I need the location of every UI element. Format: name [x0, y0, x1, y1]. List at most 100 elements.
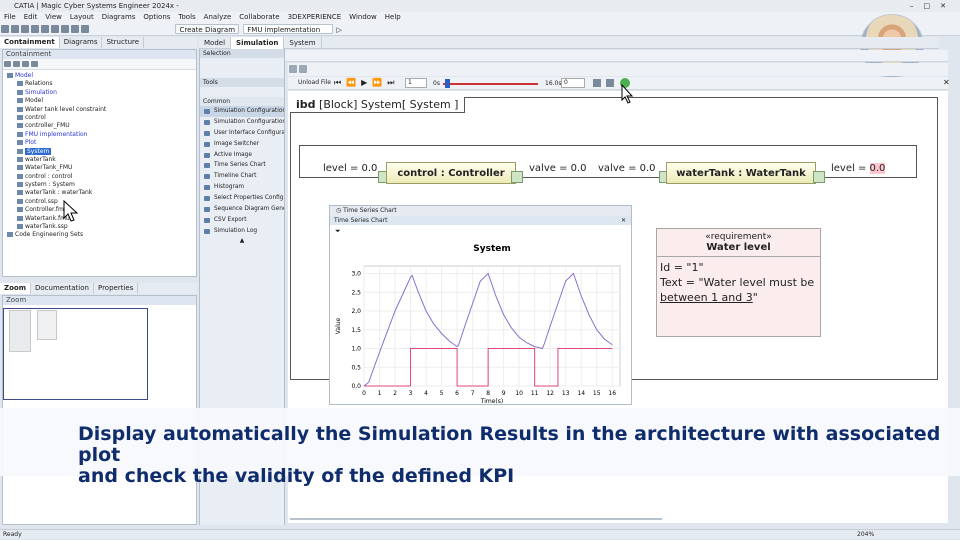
requirement-stereotype: «requirement»	[705, 232, 772, 242]
tool-item[interactable]: CSV Export	[200, 215, 284, 226]
watertank-part[interactable]: waterTank : WaterTank	[666, 162, 816, 184]
star-icon[interactable]	[22, 61, 29, 67]
scroll-up-icon[interactable]: ▲	[200, 237, 284, 244]
print-icon[interactable]	[31, 25, 39, 33]
tree-node-icon	[17, 207, 23, 213]
tank-out-port[interactable]	[813, 171, 825, 183]
tree-node-icon	[17, 123, 23, 129]
menu-tools[interactable]: Tools	[174, 12, 199, 23]
tree-item[interactable]: Relations	[7, 80, 192, 88]
tree-item[interactable]: control : control	[7, 173, 192, 181]
requirement-text-end: "	[752, 291, 758, 304]
create-diagram-button[interactable]: Create Diagram	[175, 24, 240, 34]
tool-item[interactable]: Simulation Configuration...	[200, 106, 284, 117]
menu-layout[interactable]: Layout	[66, 12, 98, 23]
new-icon[interactable]	[1, 25, 9, 33]
requirement-block[interactable]: «requirement» Water level Id = "1" Text …	[656, 228, 821, 337]
tool-item[interactable]: Simulation Log	[200, 226, 284, 237]
menu-file[interactable]: File	[0, 12, 20, 23]
chart-icon[interactable]	[593, 79, 601, 87]
tool-item[interactable]: Simulation Configuration	[200, 117, 284, 128]
tree-item[interactable]: Code Engineering Sets	[7, 231, 192, 239]
copy-icon[interactable]	[51, 25, 59, 33]
tab-containment[interactable]: Containment	[0, 37, 60, 48]
menu-analyze[interactable]: Analyze	[200, 12, 236, 23]
tab-structure[interactable]: Structure	[102, 37, 145, 48]
tab-model[interactable]: Model	[199, 37, 232, 49]
back-icon[interactable]	[4, 61, 11, 67]
tree-item[interactable]: Plot	[7, 139, 192, 147]
tree-item[interactable]: waterTank.ssp	[7, 223, 192, 231]
zoom-viewport[interactable]	[3, 308, 148, 400]
tree-item[interactable]: waterTank : waterTank	[7, 189, 192, 197]
tree-item[interactable]: Model	[7, 72, 192, 80]
tool-item[interactable]: Select Properties Config	[200, 193, 284, 204]
tools-icons[interactable]	[200, 87, 284, 97]
undo-icon[interactable]	[71, 25, 79, 33]
forward-icon[interactable]	[13, 61, 20, 67]
tab-system[interactable]: System	[284, 37, 322, 49]
tree-item[interactable]: WaterTank_FMU	[7, 164, 192, 172]
tree-item[interactable]: Model	[7, 97, 192, 105]
menu-diagrams[interactable]: Diagrams	[98, 12, 140, 23]
control-out-port[interactable]	[511, 171, 523, 183]
time-slider[interactable]	[443, 79, 538, 88]
tool-item[interactable]: Histogram	[200, 182, 284, 193]
cut-icon[interactable]	[41, 25, 49, 33]
selection-tools[interactable]	[200, 58, 284, 78]
menu-view[interactable]: View	[41, 12, 66, 23]
menu-options[interactable]: Options	[139, 12, 174, 23]
control-part[interactable]: control : Controller	[386, 162, 516, 184]
tool-item[interactable]: Image Switcher	[200, 139, 284, 150]
tool-item[interactable]: Timeline Chart	[200, 171, 284, 182]
search-icon[interactable]	[31, 61, 38, 67]
x-tick-label: 1	[378, 390, 382, 397]
horizontal-scrollbar[interactable]	[290, 518, 662, 520]
run-icon[interactable]	[299, 65, 307, 73]
menu-collaborate[interactable]: Collaborate	[235, 12, 283, 23]
tree-item[interactable]: system : System	[7, 181, 192, 189]
tool-item[interactable]: Time Series Chart	[200, 160, 284, 171]
tab-zoom[interactable]: Zoom	[0, 283, 31, 294]
menu-edit[interactable]: Edit	[20, 12, 42, 23]
open-icon[interactable]	[11, 25, 19, 33]
step-field[interactable]: 1	[405, 78, 427, 88]
unload-file-button[interactable]: Unload File	[298, 79, 331, 86]
menu-help[interactable]: Help	[381, 12, 405, 23]
tool-item[interactable]: Sequence Diagram Gene...	[200, 204, 284, 215]
playback-controls[interactable]: ⏮⏪▶⏩⏭	[334, 78, 399, 88]
export-icon[interactable]	[606, 79, 614, 87]
tree-item[interactable]: FMU implementation	[7, 131, 192, 139]
redo-icon[interactable]	[81, 25, 89, 33]
window-controls[interactable]: –□✕	[910, 0, 956, 12]
menu-3dexperience[interactable]: 3DEXPERIENCE	[284, 12, 346, 23]
speed-field[interactable]: 0	[561, 78, 585, 88]
chart-tab[interactable]: ◷ Time Series Chart	[330, 206, 631, 216]
tree-item[interactable]: Water tank level constraint	[7, 106, 192, 114]
paste-icon[interactable]	[61, 25, 69, 33]
play-icon[interactable]: ▷	[336, 26, 341, 34]
tree-item[interactable]: control.ssp	[7, 198, 192, 206]
tree-item[interactable]: Controller.fmu	[7, 206, 192, 214]
tab-properties[interactable]: Properties	[94, 283, 139, 294]
x-tick-label: 10	[515, 390, 523, 397]
tab-documentation[interactable]: Documentation	[31, 283, 94, 294]
save-icon[interactable]	[21, 25, 29, 33]
tree-item[interactable]: controller_FMU	[7, 122, 192, 130]
tool-item[interactable]: Active Image	[200, 150, 284, 161]
tree-item[interactable]: System	[7, 147, 192, 156]
zoom-icon[interactable]	[289, 65, 297, 73]
tree-item[interactable]: Watertank.fmu	[7, 215, 192, 223]
fmu-field[interactable]: FMU implementation	[243, 24, 334, 34]
tree-item[interactable]: control	[7, 114, 192, 122]
x-tick-label: 2	[393, 390, 397, 397]
tab-diagrams[interactable]: Diagrams	[60, 37, 103, 48]
menu-window[interactable]: Window	[345, 12, 381, 23]
tab-simulation[interactable]: Simulation	[231, 37, 285, 49]
time-series-chart-window[interactable]: ◷ Time Series Chart Time Series Chart ✕ ⏷…	[329, 205, 632, 405]
chart-close-icon[interactable]: ✕	[621, 216, 626, 225]
tool-item[interactable]: User Interface Configura...	[200, 128, 284, 139]
tree-item[interactable]: Simulation	[7, 89, 192, 97]
close-icon[interactable]: ✕	[943, 78, 950, 87]
tree-item[interactable]: waterTank	[7, 156, 192, 164]
